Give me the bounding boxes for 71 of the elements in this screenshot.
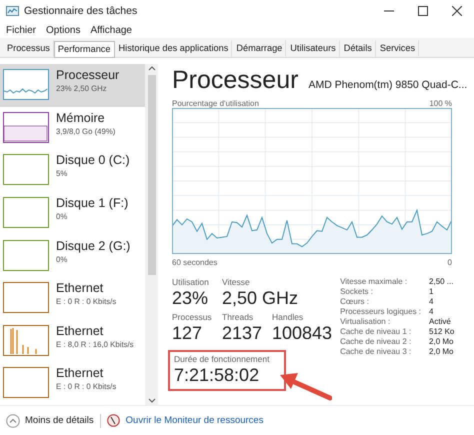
- usage-graph-icon: [3, 154, 49, 186]
- tab[interactable]: Détails: [340, 40, 376, 57]
- stat-value: 2,50 GHz: [222, 287, 298, 309]
- detail-value: 4: [429, 307, 434, 316]
- menu-item[interactable]: Affichage: [90, 24, 132, 36]
- detail-label: Vitesse maximale :: [340, 277, 408, 286]
- device-name: Disque 2 (G:): [56, 238, 130, 252]
- tab[interactable]: Services: [376, 40, 420, 57]
- stat-label: Vitesse: [222, 277, 251, 287]
- usage-graph-icon: [3, 324, 49, 356]
- stat-value: 127: [172, 322, 204, 344]
- annotation-arrow: [278, 371, 332, 401]
- tab[interactable]: Utilisateurs: [286, 40, 340, 57]
- device-name: Ethernet: [56, 324, 104, 338]
- stat-label: Durée de fonctionnement: [174, 354, 270, 364]
- device-name: Mémoire: [56, 110, 106, 125]
- device-name: Disque 1 (F:): [56, 196, 128, 210]
- detail-value: 2,0 Mo: [429, 337, 454, 346]
- monitor-icon: [106, 414, 120, 427]
- device-name: Ethernet: [56, 366, 104, 380]
- stat-value: 23%: [172, 287, 210, 309]
- stat-label: Handles: [272, 312, 304, 322]
- tab[interactable]: Historique des applications: [114, 40, 232, 57]
- tab[interactable]: Performance: [54, 41, 115, 58]
- detail-value: 512 Ko: [429, 327, 454, 336]
- app-icon: [6, 6, 19, 16]
- usage-graph-icon: [3, 282, 49, 314]
- scroll-up-icon[interactable]: [148, 66, 156, 71]
- tab[interactable]: Démarrage: [232, 40, 286, 57]
- stat-label: Utilisation: [172, 277, 210, 287]
- section-title: Processeur: [172, 66, 298, 95]
- detail-label: Virtualisation :: [340, 317, 392, 326]
- detail-label: Cache de niveau 3 :: [340, 347, 412, 356]
- detail-label: Cache de niveau 2 :: [340, 337, 412, 346]
- device-name: Processeur: [56, 68, 120, 82]
- close-icon[interactable]: [452, 6, 462, 16]
- maximize-icon[interactable]: [418, 6, 428, 16]
- detail-value: 4: [429, 297, 434, 306]
- resource-monitor-link[interactable]: Ouvrir le Moniteur de ressources: [126, 415, 264, 426]
- graph-title: Pourcentage d'utilisation: [172, 99, 259, 108]
- window-title: Gestionnaire des tâches: [24, 5, 138, 17]
- device-name: Ethernet: [56, 281, 104, 296]
- detail-value: 2,0 Mo: [429, 347, 454, 356]
- stat-label: Processus: [172, 312, 213, 322]
- stat-value: 100843: [272, 322, 332, 344]
- detail-label: Sockets :: [340, 287, 374, 296]
- processor-model: AMD Phenom(tm) 9850 Quad-C...: [308, 79, 468, 91]
- menu-item[interactable]: Options: [46, 24, 80, 36]
- detail-value: 2,50 ...: [429, 277, 454, 286]
- axis-label: 100 %: [429, 99, 452, 108]
- less-details-button[interactable]: Moins de détails: [6, 414, 94, 428]
- scrollbar[interactable]: [145, 64, 158, 405]
- stat-value: 2137: [222, 322, 264, 344]
- usage-graph-icon: [3, 240, 49, 270]
- detail-value: 1: [429, 287, 434, 296]
- usage-graph-icon: [3, 196, 49, 228]
- stat-label: Threads: [222, 312, 254, 322]
- scroll-down-icon[interactable]: [148, 398, 156, 403]
- device-name: Disque 0 (C:): [56, 153, 130, 168]
- chevron-up-icon[interactable]: [6, 414, 20, 428]
- usage-graph-icon: [3, 69, 49, 100]
- detail-label: Cœurs :: [340, 297, 370, 306]
- stat-value: 7:21:58:02: [174, 364, 260, 386]
- axis-label: 60 secondes: [172, 258, 218, 267]
- axis-label: 0: [448, 258, 452, 267]
- menu-item[interactable]: Fichier: [6, 24, 36, 36]
- usage-graph-icon: [3, 112, 49, 143]
- detail-label: Cache de niveau 1 :: [340, 327, 412, 336]
- usage-graph-icon: [3, 367, 49, 398]
- detail-value: Activé: [429, 317, 452, 326]
- detail-label: Processeurs logiques :: [340, 307, 422, 316]
